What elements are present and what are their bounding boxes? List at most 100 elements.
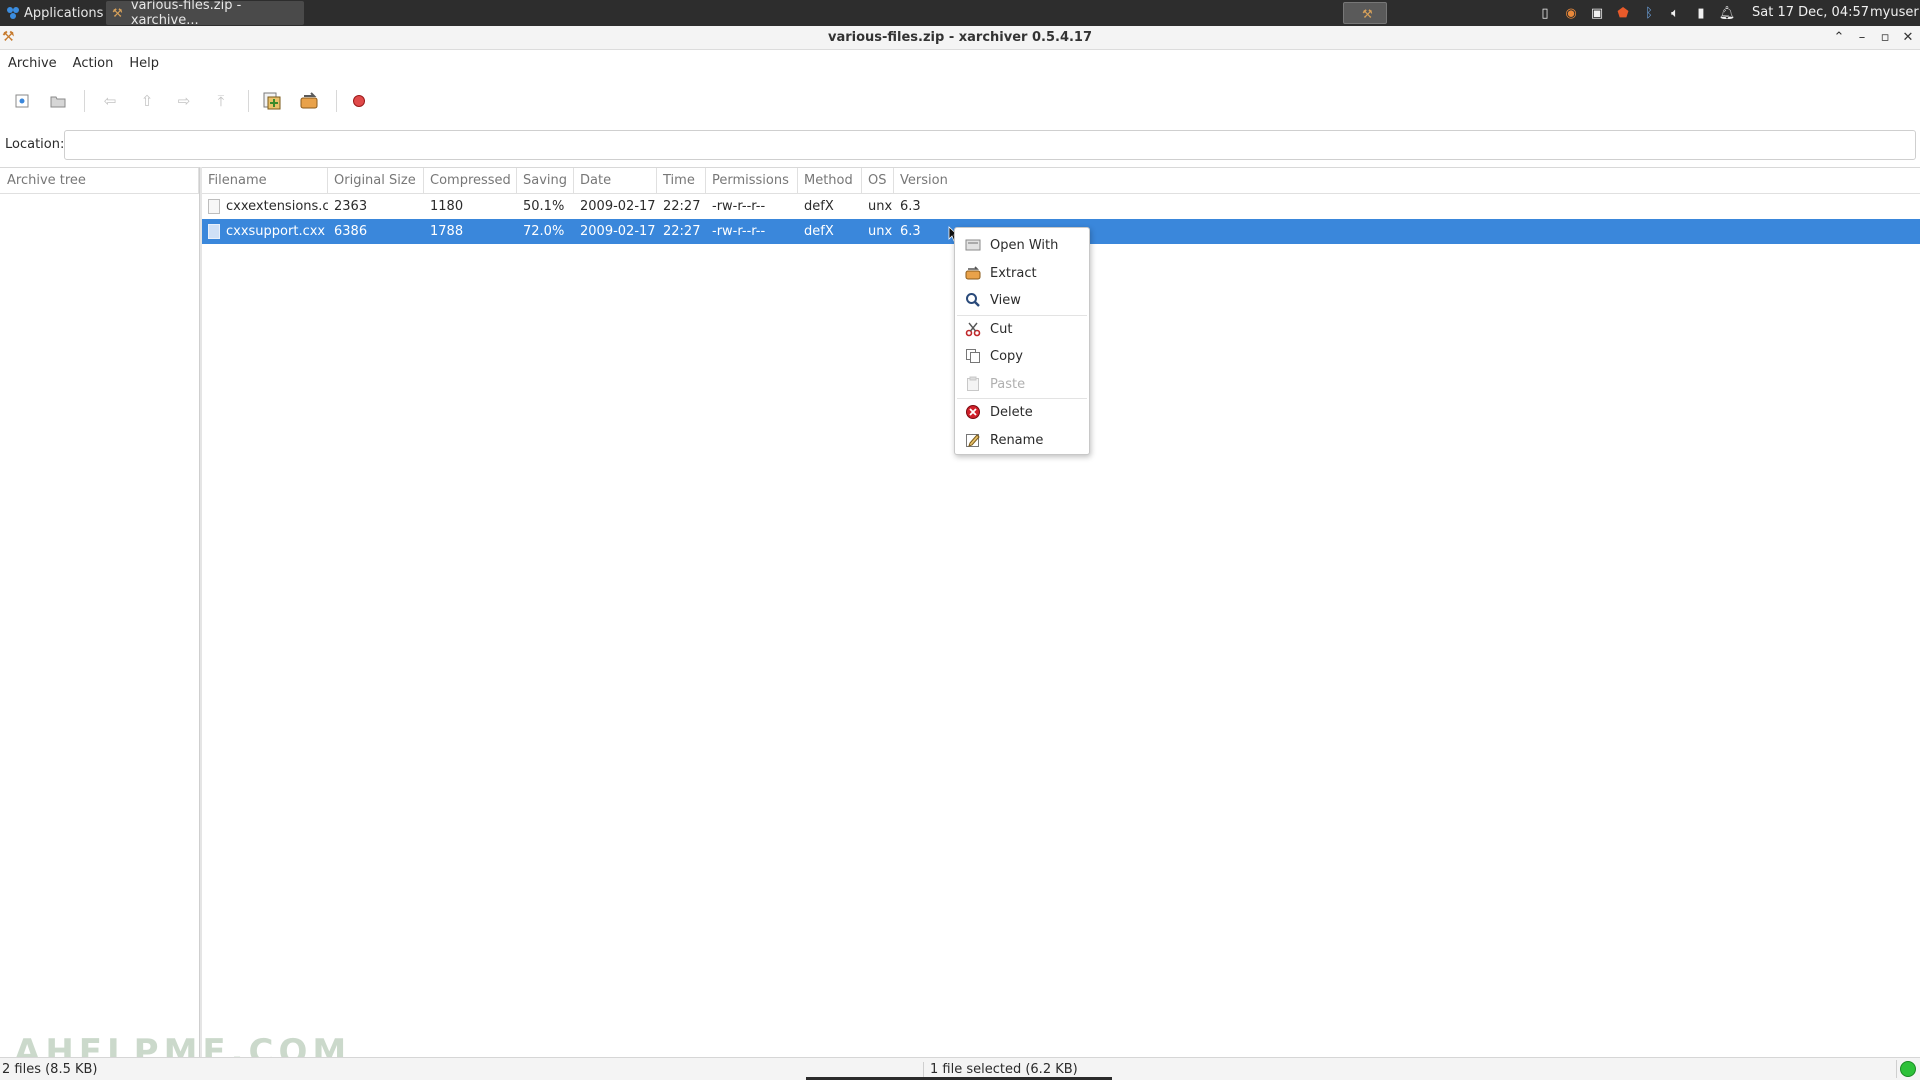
status-bar: 2 files (8.5 KB) 1 file selected (6.2 KB…	[0, 1057, 1920, 1080]
window-title: various-files.zip - xarchiver 0.5.4.17	[827, 30, 1093, 45]
menu-item-extract[interactable]: Extract	[955, 260, 1089, 288]
menu-item-label: View	[990, 293, 1021, 308]
cell-saving: 50.1%	[523, 199, 565, 214]
clock[interactable]: Sat 17 Dec, 04:57	[1752, 5, 1869, 20]
menu-item-paste[interactable]: Paste	[955, 371, 1089, 399]
column-filename[interactable]: Filename	[202, 168, 328, 194]
cell-method: defX	[804, 199, 834, 214]
folder-open-icon	[50, 96, 66, 108]
cell-date: 2009-02-17	[580, 199, 656, 214]
archive-tree-header[interactable]: Archive tree	[0, 168, 199, 194]
file-icon	[208, 199, 220, 214]
archive-tree-pane[interactable]: Archive tree	[0, 167, 200, 1057]
workspace-3[interactable]	[1448, 2, 1492, 24]
menu-item-label: Rename	[990, 432, 1044, 448]
menu-item-delete[interactable]: Delete	[955, 399, 1089, 427]
close-button[interactable]: ✕	[1899, 29, 1917, 47]
table-row[interactable]: cxxextensions.c 2363 1180 50.1% 2009-02-…	[202, 194, 1920, 219]
cell-version: 6.3	[900, 224, 921, 239]
forward-button[interactable]: ⇨	[169, 86, 199, 116]
column-method[interactable]: Method	[798, 168, 862, 194]
menu-item-copy[interactable]: Copy	[955, 343, 1089, 371]
menu-item-cut[interactable]: Cut	[955, 316, 1089, 344]
column-original-size[interactable]: Original Size	[328, 168, 424, 194]
stop-icon	[353, 95, 365, 107]
menu-item-label: Paste	[990, 376, 1026, 392]
window-titlebar[interactable]: ⚒ various-files.zip - xarchiver 0.5.4.17…	[0, 26, 1920, 50]
column-permissions[interactable]: Permissions	[706, 168, 798, 194]
battery-icon[interactable]: ▮	[1692, 4, 1710, 22]
roll-up-button[interactable]: ⌃	[1830, 29, 1848, 47]
cell-version: 6.3	[900, 199, 921, 214]
magnifier-icon	[964, 292, 982, 310]
column-os[interactable]: OS	[862, 168, 894, 194]
menu-item-label: Open With	[990, 238, 1059, 253]
clipboard-icon[interactable]: ▯	[1536, 4, 1554, 22]
arrow-up-icon: ⇧	[140, 92, 154, 110]
copy-icon	[964, 348, 982, 366]
shield-icon[interactable]: ⬟	[1614, 4, 1632, 22]
bluetooth-icon[interactable]: ᛒ	[1640, 4, 1658, 22]
xarchiver-icon: ⚒	[112, 6, 123, 20]
xfce-logo-icon	[7, 7, 19, 19]
xarchiver-mini-icon: ⚒	[1362, 7, 1373, 21]
taskbar-window-label: various-files.zip - xarchive...	[130, 0, 242, 28]
cell-time: 22:27	[663, 199, 701, 214]
cell-filename: cxxsupport.cxx	[226, 224, 326, 239]
column-version[interactable]: Version	[894, 168, 1920, 194]
add-files-button[interactable]	[257, 86, 287, 116]
user-menu[interactable]: myuser	[1870, 5, 1919, 20]
cell-saving: 72.0%	[523, 224, 565, 239]
extract-icon	[964, 265, 982, 283]
back-button[interactable]: ⇦	[95, 86, 125, 116]
open-archive-button[interactable]	[43, 86, 73, 116]
arrow-left-icon: ⇦	[103, 92, 117, 110]
taskbar-window-button[interactable]: ⚒ various-files.zip - xarchive...	[106, 0, 304, 28]
minimize-button[interactable]: –	[1853, 29, 1871, 47]
new-archive-button[interactable]	[7, 86, 37, 116]
stop-button[interactable]	[344, 86, 374, 116]
up-button[interactable]: ⇧	[132, 86, 162, 116]
location-input[interactable]	[64, 130, 1916, 160]
column-date[interactable]: Date	[574, 168, 657, 194]
maximize-button[interactable]: ▫	[1876, 29, 1894, 47]
toolbar-separator	[84, 90, 85, 112]
rename-icon	[964, 432, 982, 450]
cell-os: unx	[868, 224, 893, 239]
home-button[interactable]: ⤒	[206, 86, 236, 116]
column-saving[interactable]: Saving	[517, 168, 574, 194]
arrow-top-icon: ⤒	[217, 92, 225, 110]
network-icon[interactable]: ▣	[1588, 4, 1606, 22]
notification-bell-icon[interactable]: 🔔︎	[1718, 4, 1736, 22]
menu-help[interactable]: Help	[121, 51, 167, 77]
menu-item-rename[interactable]: Rename	[955, 427, 1089, 455]
toolbar-separator	[336, 90, 337, 112]
applications-label: Applications	[24, 5, 104, 21]
cell-original-size: 2363	[334, 199, 368, 214]
cell-time: 22:27	[663, 224, 701, 239]
menu-item-label: Copy	[990, 349, 1023, 364]
extract-button[interactable]	[294, 86, 324, 116]
menu-item-view[interactable]: View	[955, 287, 1089, 315]
add-files-icon	[263, 92, 281, 110]
cell-filename: cxxextensions.c	[226, 199, 328, 214]
menu-item-open-with[interactable]: Open With	[955, 232, 1089, 260]
cell-date: 2009-02-17	[580, 224, 656, 239]
column-time[interactable]: Time	[657, 168, 706, 194]
menu-item-label: Delete	[990, 405, 1033, 420]
menubar: Archive Action Help	[0, 51, 1920, 77]
volume-icon[interactable]: 🔈︎	[1666, 4, 1684, 22]
update-icon[interactable]: ◉	[1562, 4, 1580, 22]
status-ready-icon	[1900, 1061, 1916, 1077]
workspace-1[interactable]: ⚒	[1343, 2, 1387, 24]
status-separator	[1896, 1060, 1897, 1078]
cell-original-size: 6386	[334, 224, 368, 239]
cell-method: defX	[804, 224, 834, 239]
workspace-2[interactable]	[1395, 2, 1439, 24]
cell-compressed: 1180	[430, 199, 464, 214]
new-document-icon	[15, 94, 29, 108]
applications-menu[interactable]: Applications ⋮	[2, 3, 121, 23]
menu-action[interactable]: Action	[65, 51, 122, 77]
menu-archive[interactable]: Archive	[0, 51, 65, 77]
column-compressed[interactable]: Compressed	[424, 168, 517, 194]
